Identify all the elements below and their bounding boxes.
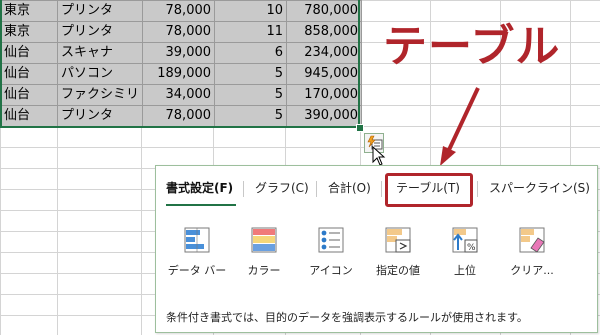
top-10-icon: %: [452, 227, 478, 253]
tab-totals[interactable]: 合計(O): [328, 178, 371, 198]
data-bar-icon: [184, 227, 210, 253]
clear-format-icon: [519, 227, 545, 253]
quick-analysis-panel: 書式設定(F) グラフ(C) 合計(O) テーブル(T) スパークライン(S) …: [155, 165, 598, 333]
option-top-10[interactable]: % 上位: [435, 226, 495, 278]
option-data-bar-label: データ バー: [167, 264, 227, 277]
tab-chart[interactable]: グラフ(C): [255, 178, 309, 198]
tab-separator: [381, 181, 382, 197]
option-greater-than[interactable]: 指定の値: [368, 226, 428, 278]
option-color-scale[interactable]: カラー: [234, 226, 294, 278]
tab-separator: [477, 181, 478, 197]
greater-than-icon: [385, 227, 411, 253]
option-top-10-label: 上位: [454, 264, 476, 277]
option-clear-label: クリア...: [510, 264, 554, 277]
tables-tab-highlight: [385, 173, 473, 207]
color-scale-icon: [251, 227, 277, 253]
panel-hint-text: 条件付き書式では、目的のデータを強調表示するルールが使用されます。: [166, 311, 528, 324]
option-icon-set-label: アイコン: [309, 264, 353, 277]
option-icon-set[interactable]: アイコン: [301, 226, 361, 278]
option-color-scale-label: カラー: [247, 264, 281, 277]
tab-format[interactable]: 書式設定(F): [166, 178, 233, 198]
svg-text:%: %: [467, 243, 476, 253]
option-clear[interactable]: クリア...: [502, 226, 562, 278]
tab-sparklines[interactable]: スパークライン(S): [489, 178, 590, 198]
option-greater-than-label: 指定の値: [376, 264, 420, 277]
tab-separator: [243, 181, 244, 197]
tab-separator: [316, 181, 317, 197]
option-data-bar[interactable]: データ バー: [167, 226, 227, 278]
active-tab-indicator: [166, 204, 236, 206]
icon-set-icon: [318, 227, 344, 253]
mouse-cursor-icon: [372, 146, 386, 166]
